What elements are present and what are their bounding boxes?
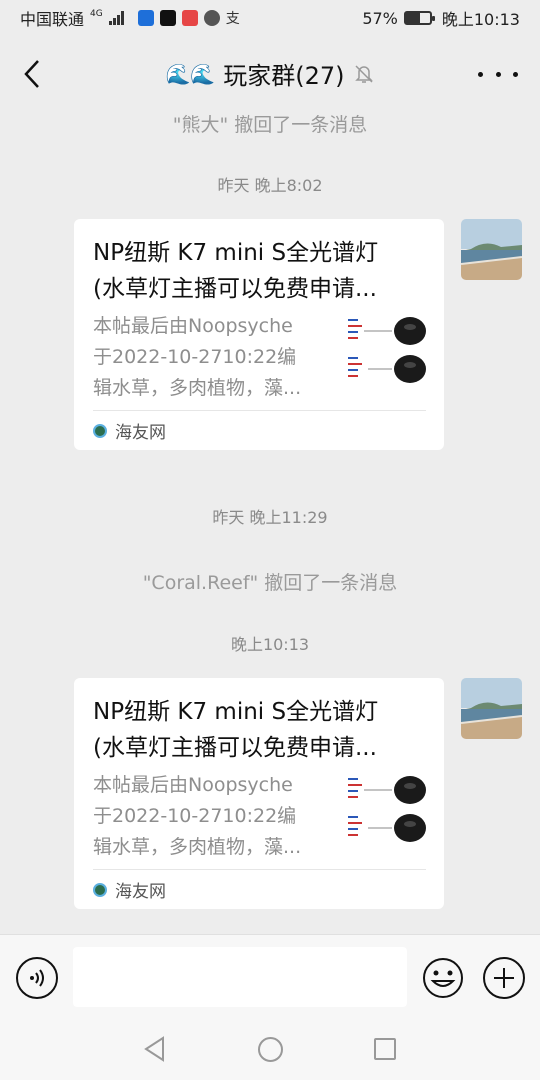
card-title-line: NP纽斯 K7 mini S全光谱灯 [93,699,379,725]
card-desc-line: 本帖最后由Noopsyche [93,315,293,337]
input-bar [0,934,540,1020]
source-logo-icon [93,882,107,897]
beach-avatar-icon [461,219,522,280]
card-description: 本帖最后由Noopsyche 于2022-10-2710:22编 辑水草，多肉植… [93,770,340,863]
card-desc-line: 辑水草，多肉植物，藻... [93,836,302,858]
chat-header: 🌊🌊 玩家群(27) [0,36,540,112]
more-button[interactable] [478,62,518,86]
clock: 晚上10:13 [441,10,520,29]
more-dots-icon [478,71,483,77]
beach-avatar-icon [461,678,522,739]
avatar[interactable] [461,219,522,280]
card-desc-line: 辑水草，多肉植物，藻... [93,377,302,399]
emoji-icon [423,958,463,998]
alipay-icon: 支 [225,11,240,27]
chat-title-area[interactable]: 🌊🌊 玩家群(27) [0,56,540,91]
card-title-line: (水草灯主播可以免费申请... [93,276,377,302]
avatar[interactable] [461,678,522,739]
card-source-name: 海友网 [115,423,166,443]
wave-icon: 🌊🌊 [165,61,216,86]
timestamp: 昨天 晚上11:29 [212,508,328,527]
card-thumbnail [346,315,426,389]
link-card[interactable]: NP纽斯 K7 mini S全光谱灯 (水草灯主播可以免费申请... 本帖最后由… [74,678,444,909]
bell-off-icon [354,64,373,83]
card-title-line: (水草灯主播可以免费申请... [93,735,377,761]
source-logo-icon [93,423,107,438]
card-desc-line: 于2022-10-2710:22编 [93,805,297,827]
card-source: 海友网 [93,410,426,450]
shield-app-icon [137,10,154,26]
nav-recent-icon[interactable] [374,1038,396,1060]
plus-icon[interactable] [483,957,525,999]
tiktok-icon [159,10,176,26]
card-title-line: NP纽斯 K7 mini S全光谱灯 [93,240,379,266]
emoji-button[interactable] [422,957,464,999]
nav-back-icon[interactable] [143,1036,167,1062]
voice-button[interactable] [16,957,58,999]
page-title: 玩家群(27) [223,62,345,90]
timestamp: 昨天 晚上8:02 [217,176,323,195]
system-nav-bar [0,1020,540,1080]
carrier-label: 中国联通 [20,10,85,29]
voice-icon [30,969,44,987]
recall-notice: "Coral.Reef" 撤回了一条消息 [142,572,398,594]
nav-home-icon[interactable] [258,1037,283,1062]
card-source: 海友网 [93,869,426,909]
card-description: 本帖最后由Noopsyche 于2022-10-2710:22编 辑水草，多肉植… [93,311,340,404]
network-label: 4G [90,9,103,19]
battery-icon [403,11,435,25]
recall-notice: "熊大" 撤回了一条消息 [172,114,368,136]
signal-icon [108,11,124,25]
globe-icon [203,10,220,26]
card-source-name: 海友网 [115,882,166,902]
more-dot [495,71,501,77]
card-thumbnail [346,774,426,848]
battery-percent: 57% [362,8,398,28]
link-card[interactable]: NP纽斯 K7 mini S全光谱灯 (水草灯主播可以免费申请... 本帖最后由… [74,219,444,450]
more-dot [513,71,518,77]
card-desc-line: 于2022-10-2710:22编 [93,346,297,368]
timestamp: 晚上10:13 [230,635,310,654]
app-red-icon [181,10,198,26]
status-bar: 中国联通 4G 支 57% 晚上10:13 [0,0,540,36]
battery-level [405,13,420,23]
card-desc-line: 本帖最后由Noopsyche [93,774,293,796]
message-input[interactable] [73,947,407,1007]
